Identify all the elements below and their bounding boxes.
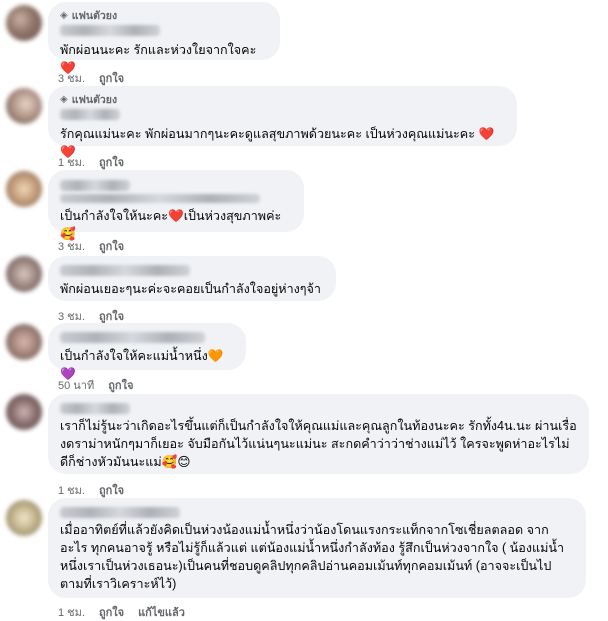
avatar[interactable] <box>6 256 42 292</box>
avatar[interactable] <box>6 500 42 536</box>
diamond-icon: ◈ <box>60 93 68 105</box>
timestamp[interactable]: 1 ชม. <box>58 481 85 499</box>
author-name-redacted[interactable] <box>60 25 160 36</box>
timestamp[interactable]: 1 ชม. <box>58 153 85 171</box>
top-fan-badge: ◈ แฟนตัวยง <box>60 8 268 22</box>
avatar[interactable] <box>6 324 42 360</box>
comment-actions: 3 ชม. ถูกใจ <box>58 69 124 87</box>
diamond-icon: ◈ <box>60 9 68 21</box>
avatar[interactable] <box>6 171 42 207</box>
comment-bubble: ◈ แฟนตัวยง พักผ่อนนะคะ รักและห่วงใยจากใจ… <box>48 2 280 75</box>
comment-text: เมื่ออาทิตย์ที่แล้วยังคิดเป็นห่วงน้องแม่… <box>60 523 565 591</box>
avatar[interactable] <box>6 394 42 430</box>
timestamp[interactable]: 3 ชม. <box>58 237 85 255</box>
like-button[interactable]: ถูกใจ <box>99 237 124 255</box>
author-name-redacted[interactable] <box>60 109 120 120</box>
badge-label: แฟนตัวยง <box>71 93 118 106</box>
comment-bubble: เป็นกำลังใจให้คะแม่น้ำหนึ่ง🧡💜 <box>48 323 246 381</box>
like-button[interactable]: ถูกใจ <box>99 603 124 621</box>
top-fan-badge: ◈ แฟนตัวยง <box>60 92 505 106</box>
comment-actions: 1 ชม. ถูกใจ <box>58 481 124 499</box>
like-button[interactable]: ถูกใจ <box>99 153 124 171</box>
author-name-redacted[interactable] <box>60 507 180 518</box>
edited-label[interactable]: แก้ไขแล้ว <box>138 603 185 621</box>
comment-bubble: เราก็ไม่รู้นะว่าเกิดอะไรขึ้นแต่ก็เป็นกำล… <box>48 394 589 474</box>
comment-text: รักคุณแม่นะคะ พักผ่อนมากๆนะคะดูแลสุขภาพด… <box>60 127 498 159</box>
timestamp[interactable]: 50 นาที <box>58 376 94 394</box>
comment-bubble: เป็นกำลังใจให้นะคะ❤️เป็นห่วงสุขภาพค่ะ🥰 <box>48 170 304 241</box>
author-name-redacted[interactable] <box>60 265 190 276</box>
author-name-redacted[interactable] <box>60 403 130 414</box>
author-name-redacted[interactable] <box>60 332 205 343</box>
comment-bubble: ◈ แฟนตัวยง รักคุณแม่นะคะ พักผ่อนมากๆนะคะ… <box>48 86 517 159</box>
comment-actions: 1 ชม. ถูกใจ แก้ไขแล้ว <box>58 603 185 621</box>
author-name-redacted[interactable] <box>60 180 130 191</box>
author-name-redacted <box>60 194 260 203</box>
comment-actions: 50 นาที ถูกใจ <box>58 376 133 394</box>
comment-text: พักผ่อนเยอะๆนะค่ะจะคอยเป็นกำลังใจอยู่ห่า… <box>60 282 322 296</box>
like-button[interactable]: ถูกใจ <box>108 376 133 394</box>
like-button[interactable]: ถูกใจ <box>99 481 124 499</box>
timestamp[interactable]: 3 ชม. <box>58 69 85 87</box>
timestamp[interactable]: 1 ชม. <box>58 603 85 621</box>
comment-text: เราก็ไม่รู้นะว่าเกิดอะไรขึ้นแต่ก็เป็นกำล… <box>60 419 577 469</box>
comment-bubble: เมื่ออาทิตย์ที่แล้วยังคิดเป็นห่วงน้องแม่… <box>48 498 586 598</box>
like-button[interactable]: ถูกใจ <box>99 69 124 87</box>
badge-label: แฟนตัวยง <box>71 9 118 22</box>
comment-actions: 3 ชม. ถูกใจ <box>58 237 124 255</box>
comment-bubble: พักผ่อนเยอะๆนะค่ะจะคอยเป็นกำลังใจอยู่ห่า… <box>48 256 336 301</box>
avatar[interactable] <box>6 88 42 124</box>
avatar[interactable] <box>6 5 42 41</box>
comment-actions: 1 ชม. ถูกใจ <box>58 153 124 171</box>
